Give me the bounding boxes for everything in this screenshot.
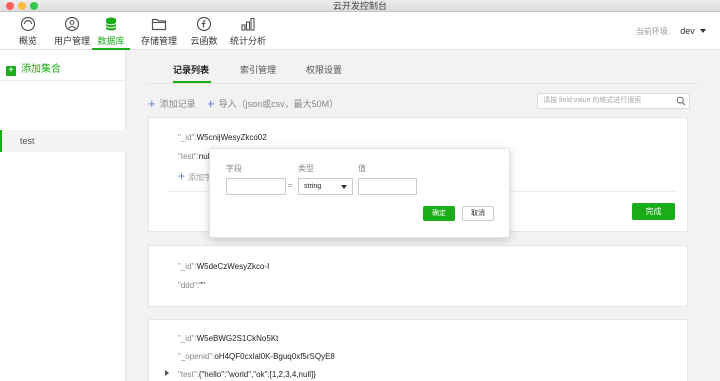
record-id: "_id":W5eBWG2S1CkNo5Kt <box>178 334 279 343</box>
active-tab-indicator <box>173 81 211 83</box>
collection-label: test <box>20 136 35 146</box>
equals-sign: = <box>288 181 293 190</box>
record-field[interactable]: "_openid":oH4QF0cxlal0K-Bguq0xf5rSQyE8 <box>178 352 335 361</box>
tab-records[interactable]: 记录列表 <box>173 63 209 76</box>
window-titlebar: 云开发控制台 <box>0 0 720 12</box>
plus-icon: + <box>178 169 186 183</box>
main-toolbar: 概览 用户管理 数据库 存储管理 云函数 统计分析 当前环境: dev <box>0 12 720 50</box>
add-field-button[interactable]: + 添加字 <box>178 169 212 183</box>
nav-label: 云函数 <box>190 36 218 46</box>
nav-user-management[interactable]: 用户管理 <box>52 12 92 50</box>
type-label: 类型 <box>298 164 314 173</box>
confirm-button[interactable]: 确定 <box>423 206 455 221</box>
add-collection-label: 添加集合 <box>21 64 61 75</box>
collection-item[interactable]: test <box>0 130 126 152</box>
import-button[interactable]: + 导入（json或csv，最大50M） <box>207 96 338 111</box>
caret-right-icon[interactable] <box>165 370 169 376</box>
add-field-popover: 字段 类型 值 = string 确定 取消 <box>209 148 510 238</box>
zoom-window-button[interactable] <box>30 2 38 10</box>
add-record-label: 添加记录 <box>159 99 196 109</box>
search-placeholder: 请按 field:value 的格式进行搜索 <box>543 97 642 104</box>
environment-selector[interactable]: 当前环境: dev <box>636 26 706 37</box>
record-id: "_id":W5deCzWesyZkco-I <box>178 262 270 271</box>
search-input[interactable]: 请按 field:value 的格式进行搜索 <box>537 93 690 109</box>
tab-permissions[interactable]: 权限设置 <box>306 63 342 76</box>
cancel-button[interactable]: 取消 <box>462 206 494 221</box>
database-icon <box>105 17 117 31</box>
nav-label: 用户管理 <box>53 36 90 46</box>
nav-database[interactable]: 数据库 <box>92 12 130 50</box>
chevron-down-icon <box>341 185 347 189</box>
function-icon <box>196 16 212 32</box>
close-window-button[interactable] <box>6 2 14 10</box>
tab-indexes[interactable]: 索引管理 <box>240 63 276 76</box>
nav-cloud-functions[interactable]: 云函数 <box>188 12 220 50</box>
nav-label: 概览 <box>18 36 37 46</box>
add-record-button[interactable]: + 添加记录 <box>148 96 196 111</box>
type-select[interactable]: string <box>298 178 353 195</box>
record-field[interactable]: "test":nul <box>178 152 209 161</box>
nav-storage[interactable]: 存储管理 <box>140 12 178 50</box>
record-card <box>148 245 688 307</box>
field-label: 字段 <box>226 164 242 173</box>
nav-label: 统计分析 <box>229 36 266 46</box>
plus-icon: + <box>148 96 156 111</box>
minimize-window-button[interactable] <box>18 2 26 10</box>
chart-icon <box>241 17 255 31</box>
environment-label: 当前环境: <box>635 27 671 36</box>
field-name-input[interactable] <box>226 178 286 195</box>
record-id: "_id":W5cnijWesyZkco02 <box>178 133 267 142</box>
nav-analytics[interactable]: 统计分析 <box>228 12 268 50</box>
field-value-input[interactable] <box>358 178 417 195</box>
chevron-down-icon <box>700 29 706 33</box>
user-icon <box>64 16 80 32</box>
plus-icon: + <box>207 96 215 111</box>
tab-bar: 记录列表 索引管理 权限设置 <box>147 50 700 84</box>
nav-label: 数据库 <box>97 36 125 46</box>
environment-value: dev <box>680 26 695 36</box>
nav-overview[interactable]: 概览 <box>14 12 42 50</box>
done-button[interactable]: 完成 <box>632 203 675 220</box>
plus-icon: + <box>6 66 16 76</box>
record-field[interactable]: "ddd":"" <box>178 281 205 290</box>
value-label: 值 <box>358 164 366 173</box>
sidebar-divider <box>0 80 126 81</box>
collections-sidebar: + 添加集合 test <box>0 50 126 381</box>
folder-icon <box>151 18 167 31</box>
gauge-icon <box>20 16 36 32</box>
window-title: 云开发控制台 <box>332 1 387 11</box>
record-field[interactable]: "test":{"hello":"world","ok":[1,2,3,4,nu… <box>165 370 316 379</box>
add-collection-button[interactable]: + 添加集合 <box>6 60 61 76</box>
import-label: 导入（json或csv，最大50M） <box>218 99 339 109</box>
nav-label: 存储管理 <box>140 36 177 46</box>
type-select-value: string <box>304 183 322 190</box>
search-icon[interactable] <box>676 96 686 106</box>
